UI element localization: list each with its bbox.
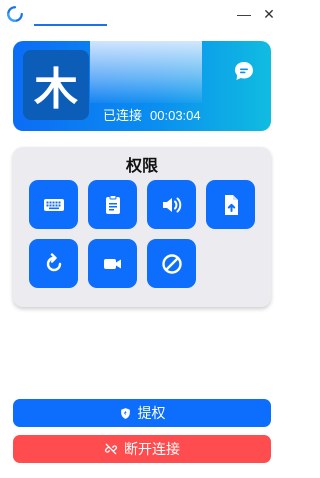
restart-permission-button[interactable] bbox=[29, 239, 78, 288]
avatar: 木 bbox=[23, 50, 89, 120]
connection-duration: 00:03:04 bbox=[150, 108, 201, 123]
permissions-panel: 权限 bbox=[13, 147, 271, 307]
status-text: 已连接 bbox=[103, 108, 143, 123]
elevate-button[interactable]: 提权 bbox=[13, 399, 271, 427]
recording-permission-button[interactable] bbox=[88, 239, 137, 288]
audio-permission-button[interactable] bbox=[147, 180, 196, 229]
screen-preview bbox=[90, 41, 202, 103]
chat-icon[interactable] bbox=[232, 59, 256, 83]
close-button[interactable]: ✕ bbox=[259, 4, 279, 24]
video-camera-icon bbox=[103, 258, 121, 269]
block-icon bbox=[161, 253, 182, 274]
app-logo-icon bbox=[7, 6, 23, 22]
keyboard-icon bbox=[43, 198, 64, 211]
permissions-title: 权限 bbox=[125, 158, 158, 175]
connection-status: 已连接 00:03:04 bbox=[103, 105, 201, 124]
connection-card: 木 已连接 00:03:04 bbox=[13, 41, 271, 131]
unlink-icon bbox=[104, 443, 118, 455]
minimize-button[interactable]: — bbox=[234, 4, 254, 24]
clipboard-permission-button[interactable] bbox=[88, 180, 137, 229]
elevate-label: 提权 bbox=[137, 405, 166, 421]
title-bar: — ✕ bbox=[0, 0, 285, 30]
file-upload-icon bbox=[224, 194, 238, 215]
active-tab-indicator bbox=[34, 24, 107, 26]
disconnect-button[interactable]: 断开连接 bbox=[13, 435, 271, 463]
disconnect-label: 断开连接 bbox=[124, 441, 180, 457]
keyboard-permission-button[interactable] bbox=[29, 180, 78, 229]
clipboard-icon bbox=[105, 194, 120, 214]
restart-icon bbox=[46, 252, 61, 271]
shield-icon bbox=[120, 407, 130, 419]
block-input-permission-button[interactable] bbox=[147, 239, 196, 288]
file-transfer-permission-button[interactable] bbox=[206, 180, 255, 229]
speaker-icon bbox=[162, 197, 181, 212]
